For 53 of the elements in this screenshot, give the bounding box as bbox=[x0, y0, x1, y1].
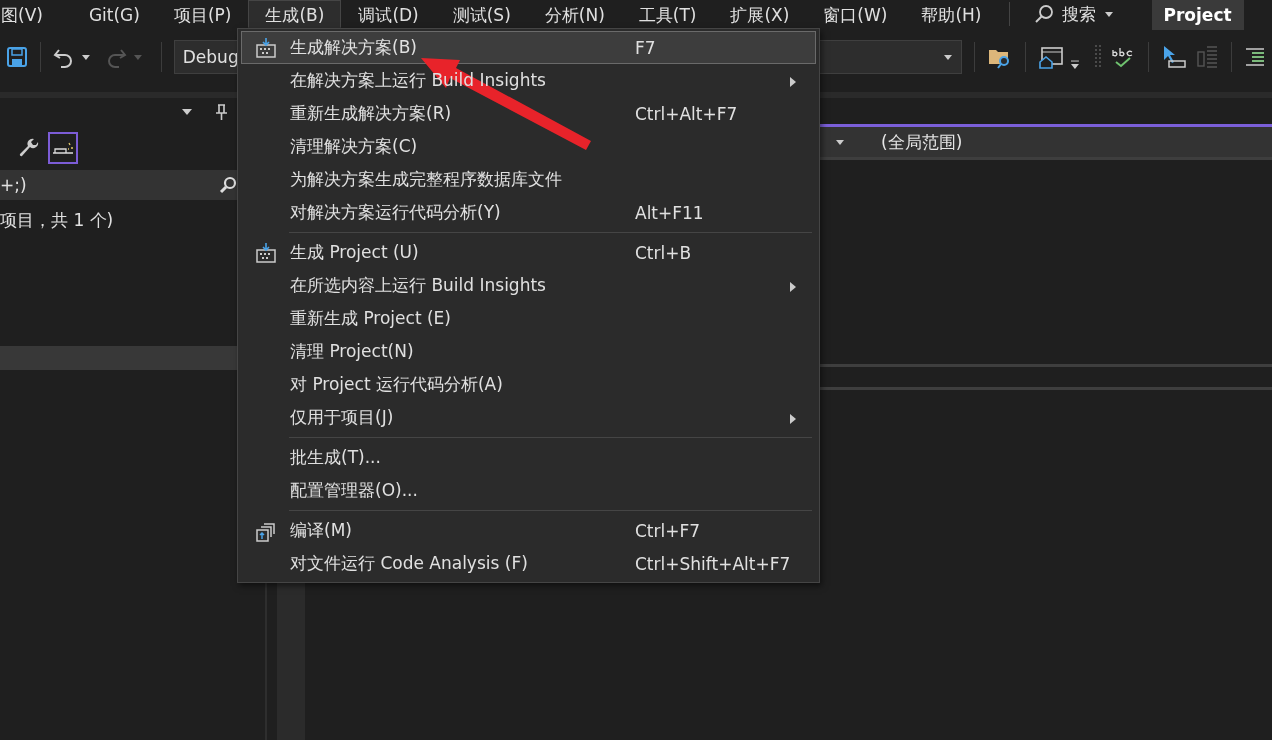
submenu-arrow-icon bbox=[789, 281, 797, 292]
search-button[interactable]: 搜索 bbox=[1023, 2, 1124, 26]
menu-item[interactable]: 生成(B) bbox=[248, 0, 342, 28]
menu-item[interactable]: 在所选内容上运行 Build Insights bbox=[241, 269, 816, 302]
submenu-arrow-icon bbox=[789, 413, 797, 424]
menu-item[interactable]: 测试(S) bbox=[435, 0, 528, 28]
preview-icon[interactable] bbox=[51, 140, 75, 156]
menu-item[interactable]: 生成解决方案(B) F7 bbox=[241, 31, 816, 64]
shortcut-text: Alt+F11 bbox=[635, 202, 705, 223]
shortcut-text: Ctrl+Alt+F7 bbox=[635, 103, 739, 124]
menu-item[interactable]: 重新生成 Project (E) bbox=[241, 302, 816, 335]
grip-icon[interactable] bbox=[1093, 44, 1102, 70]
outline-icon[interactable] bbox=[1243, 46, 1266, 68]
menu-item[interactable]: 仅用于项目(J) bbox=[241, 401, 816, 434]
shortcut-text: Ctrl+B bbox=[635, 242, 693, 263]
caret-icon[interactable] bbox=[943, 53, 954, 61]
save-icon[interactable] bbox=[6, 46, 28, 68]
menu-item[interactable]: 清理解决方案(C) bbox=[241, 130, 816, 163]
menu-item[interactable]: Git(G) bbox=[71, 0, 157, 28]
menu-item[interactable]: 编译(M) Ctrl+F7 bbox=[241, 514, 816, 547]
caret-icon[interactable] bbox=[1103, 10, 1114, 18]
menu-item[interactable]: 帮助(H) bbox=[904, 0, 999, 28]
shortcut-text: Ctrl+F7 bbox=[635, 520, 702, 541]
menu-item[interactable]: 项目(P) bbox=[156, 0, 249, 28]
caret-icon[interactable] bbox=[181, 108, 193, 116]
menu-item[interactable]: 批生成(T)... bbox=[241, 441, 816, 474]
menu-item[interactable]: 扩展(X) bbox=[713, 0, 807, 28]
menu-item[interactable]: 工具(T) bbox=[621, 0, 714, 28]
window-home-icon[interactable] bbox=[1038, 45, 1065, 69]
menu-item[interactable]: 生成 Project (U) Ctrl+B bbox=[241, 236, 816, 269]
preview-button[interactable] bbox=[48, 132, 78, 164]
search-icon[interactable] bbox=[219, 176, 237, 194]
menu-item[interactable]: 对 Project 运行代码分析(A) bbox=[241, 368, 816, 401]
menu-item[interactable]: 配置管理器(O)... bbox=[241, 474, 816, 507]
pin-icon[interactable] bbox=[215, 104, 227, 120]
scope-dropdown[interactable]: (全局范围) bbox=[881, 130, 963, 154]
menu-item[interactable]: 对文件运行 Code Analysis (F) Ctrl+Shift+Alt+F7 bbox=[241, 547, 816, 580]
project-name: Project bbox=[1151, 0, 1244, 30]
caret-icon[interactable] bbox=[1070, 60, 1080, 70]
search-icon[interactable] bbox=[1033, 4, 1054, 24]
build-icon bbox=[255, 241, 277, 264]
menu-item[interactable]: 清理 Project(N) bbox=[241, 335, 816, 368]
submenu-arrow-icon bbox=[789, 76, 797, 87]
menu-item[interactable]: 图(V) bbox=[0, 0, 72, 28]
shortcut-text: Ctrl+Shift+Alt+F7 bbox=[635, 553, 791, 574]
caret-icon[interactable] bbox=[81, 53, 91, 61]
wrench-icon[interactable] bbox=[18, 137, 40, 159]
menu-item[interactable]: 窗口(W) bbox=[806, 0, 905, 28]
menu-item[interactable]: 分析(N) bbox=[527, 0, 622, 28]
shortcut-text: F7 bbox=[635, 37, 657, 58]
build-icon bbox=[255, 36, 277, 59]
caret-icon[interactable] bbox=[835, 138, 845, 146]
menu-item[interactable]: 调试(D) bbox=[341, 0, 436, 28]
